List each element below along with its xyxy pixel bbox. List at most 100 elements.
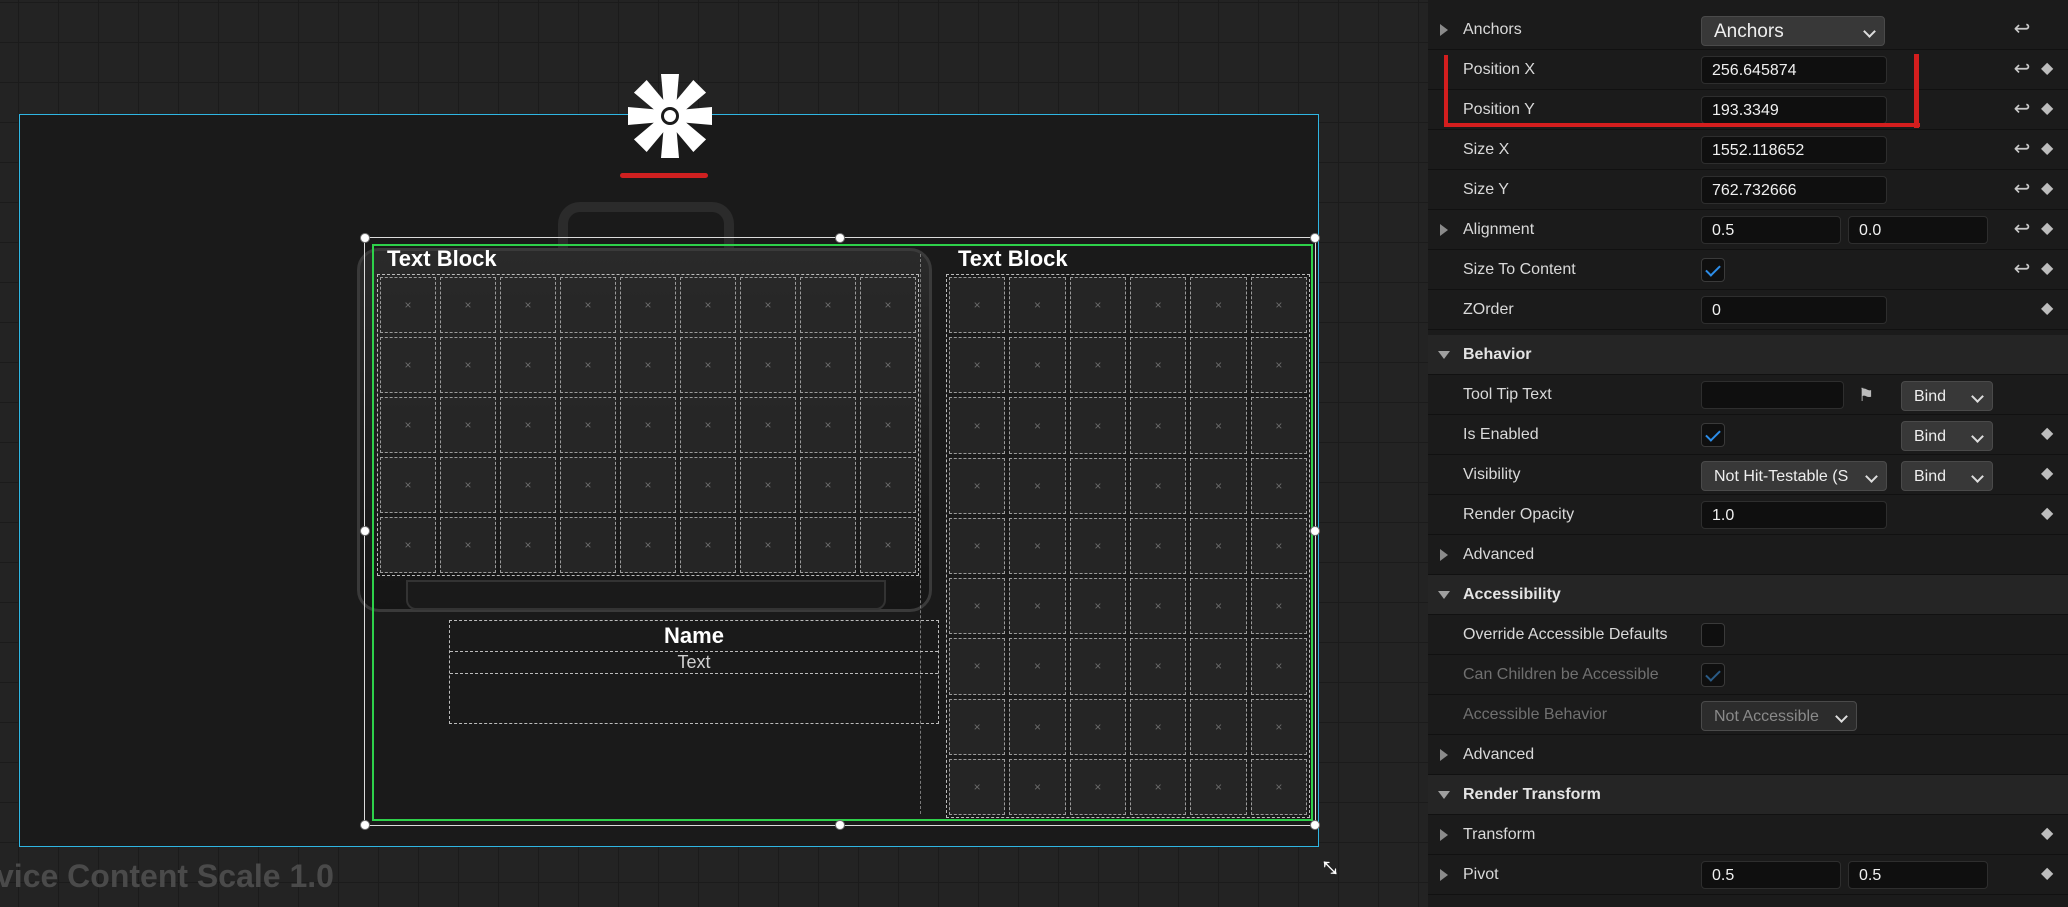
property-label: Accessibility [1463,586,1561,603]
value-field[interactable]: 1.0 [1701,501,1887,529]
chevron-right-icon[interactable] [1440,829,1448,841]
chevron-down-icon[interactable] [1438,591,1450,599]
designer-canvas[interactable]: Text Block × × × × × × × × × × × × × × × × × × × × × × × × × × × × ×… [0,0,1428,907]
value-field-2[interactable]: 0.5 [1848,861,1988,889]
reset-to-default-icon[interactable]: ↩ [2011,138,2033,160]
chevron-right-icon[interactable] [1440,869,1448,881]
resize-handle-b[interactable] [835,820,845,830]
property-label: Render Opacity [1463,506,1575,523]
chevron-right-icon[interactable] [1440,24,1448,36]
value-field[interactable]: 0.5 [1701,861,1841,889]
add-keyframe-icon[interactable]: ◆ [2041,98,2061,120]
property-label: Tool Tip Text [1463,386,1552,403]
details-row: Anchors Anchors ↩ [1428,10,2068,50]
details-row: Size X 1552.118652 ↩ ◆ [1428,130,2068,170]
details-row: Render Opacity 1.0 ◆ [1428,495,2068,535]
chevron-right-icon[interactable] [1440,749,1448,761]
property-label: Size X [1463,141,1510,158]
details-row[interactable]: Render Transform [1428,775,2068,815]
dropdown-value: Not Accessible [1714,708,1819,725]
details-row: Alignment 0.5 0.0 ↩ ◆ [1428,210,2068,250]
details-row[interactable]: Accessibility [1428,575,2068,615]
value-field[interactable]: 762.732666 [1701,176,1887,204]
add-keyframe-icon[interactable]: ◆ [2041,463,2061,485]
chevron-right-icon[interactable] [1440,224,1448,236]
property-label: Pivot [1463,866,1499,883]
highlight-annotation-right [1914,54,1919,128]
dropdown[interactable]: Not Hit-Testable (S [1701,461,1887,491]
reset-to-default-icon[interactable]: ↩ [2011,58,2033,80]
checkbox[interactable] [1701,258,1725,282]
add-keyframe-icon[interactable]: ◆ [2041,218,2061,240]
resize-handle-tl[interactable] [360,233,370,243]
add-keyframe-icon[interactable]: ◆ [2041,863,2061,885]
resize-handle-l[interactable] [360,526,370,536]
reset-to-default-icon[interactable]: ↩ [2011,258,2033,280]
checkbox[interactable] [1701,423,1725,447]
value-field-2[interactable]: 0.0 [1848,216,1988,244]
details-row: Tool Tip Text ⚑ Bind [1428,375,2068,415]
add-keyframe-icon[interactable]: ◆ [2041,298,2061,320]
chevron-down-icon[interactable] [1438,791,1450,799]
add-keyframe-icon[interactable]: ◆ [2041,58,2061,80]
dpi-scale-label: vice Content Scale 1.0 [0,858,334,894]
property-label: Override Accessible Defaults [1463,626,1668,643]
add-keyframe-icon[interactable]: ◆ [2041,823,2061,845]
bind-button[interactable]: Bind [1901,461,1993,491]
reset-to-default-icon[interactable]: ↩ [2011,18,2033,40]
property-label: Is Enabled [1463,426,1539,443]
details-row[interactable]: Behavior [1428,335,2068,375]
resize-handle-t[interactable] [835,233,845,243]
details-row: ZOrder 0 ◆ [1428,290,2068,330]
dropdown[interactable]: Not Accessible [1701,701,1857,731]
property-label: Alignment [1463,221,1535,238]
details-row: Size Y 762.732666 ↩ ◆ [1428,170,2068,210]
checkbox[interactable] [1701,623,1725,647]
chevron-down-icon [1971,390,1984,403]
reset-to-default-icon[interactable]: ↩ [2011,178,2033,200]
bind-label: Bind [1914,468,1947,485]
resize-handle-tr[interactable] [1310,233,1320,243]
checkbox[interactable] [1701,663,1725,687]
selection-bounds[interactable] [364,237,1316,826]
bind-button[interactable]: Bind [1901,381,1993,411]
value-field[interactable] [1701,381,1844,409]
dropdown[interactable]: Anchors [1701,16,1885,46]
add-keyframe-icon[interactable]: ◆ [2041,178,2061,200]
localize-flag-icon[interactable]: ⚑ [1858,382,1874,408]
value-field[interactable]: 1552.118652 [1701,136,1887,164]
bind-label: Bind [1914,428,1947,445]
chevron-down-icon [1863,25,1876,38]
dropdown-value: Not Hit-Testable (S [1714,468,1849,485]
property-label: Advanced [1463,546,1535,563]
resize-handle-r[interactable] [1310,526,1320,536]
reset-to-default-icon[interactable]: ↩ [2011,218,2033,240]
property-label: Visibility [1463,466,1521,483]
details-row: Override Accessible Defaults [1428,615,2068,655]
resize-handle-bl[interactable] [360,820,370,830]
chevron-down-icon [1865,470,1878,483]
resize-screen-icon[interactable]: ↔ [1310,842,1356,887]
property-label: Size To Content [1463,261,1576,278]
details-row: Pivot 0.5 0.5 ◆ [1428,855,2068,895]
highlight-annotation [1444,55,1920,127]
add-keyframe-icon[interactable]: ◆ [2041,138,2061,160]
value-field[interactable]: 0.5 [1701,216,1841,244]
value-field[interactable]: 0 [1701,296,1887,324]
add-keyframe-icon[interactable]: ◆ [2041,503,2061,525]
property-label: Behavior [1463,346,1532,363]
add-keyframe-icon[interactable]: ◆ [2041,423,2061,445]
property-label: Anchors [1463,21,1522,38]
chevron-down-icon[interactable] [1438,351,1450,359]
chevron-right-icon[interactable] [1440,549,1448,561]
reset-to-default-icon[interactable]: ↩ [2011,98,2033,120]
logo-underline [620,173,708,178]
resize-handle-br[interactable] [1310,820,1320,830]
details-row: Is Enabled Bind ◆ [1428,415,2068,455]
details-row: Advanced [1428,535,2068,575]
property-label: Size Y [1463,181,1509,198]
bind-button[interactable]: Bind [1901,421,1993,451]
property-label: Accessible Behavior [1463,706,1608,723]
logo-icon [620,66,720,178]
add-keyframe-icon[interactable]: ◆ [2041,258,2061,280]
